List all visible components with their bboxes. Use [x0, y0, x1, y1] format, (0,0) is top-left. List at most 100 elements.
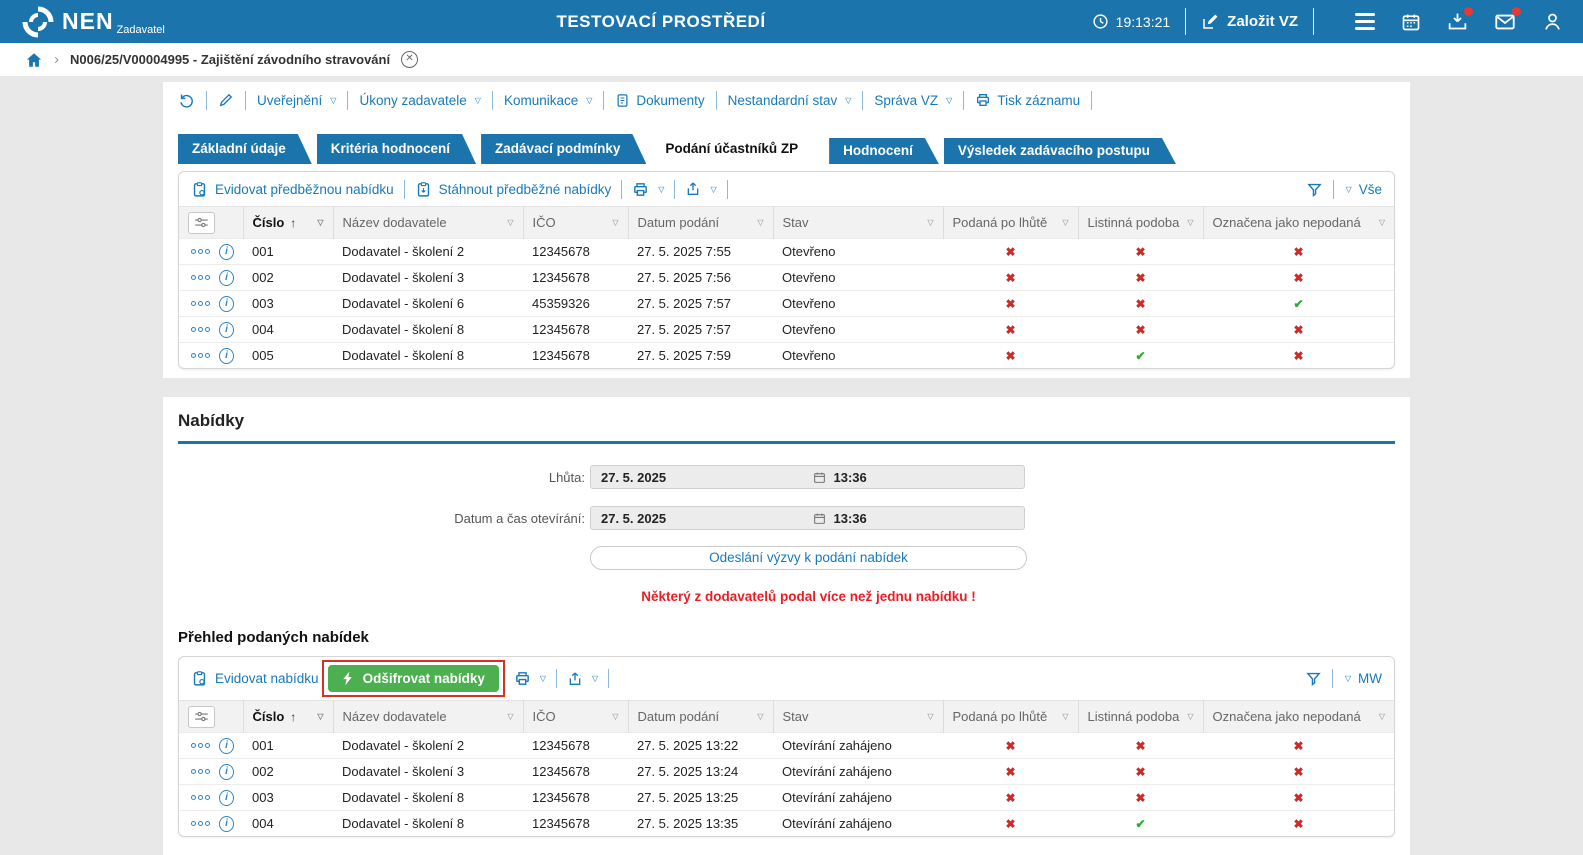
info-icon[interactable]: i: [219, 270, 234, 286]
info-icon[interactable]: i: [219, 348, 234, 364]
tab-3[interactable]: Zadávací podmínky: [481, 134, 646, 164]
tab-6[interactable]: Výsledek zadávacího postupu: [944, 138, 1176, 164]
downloads-icon[interactable]: [1447, 11, 1468, 32]
close-record-icon[interactable]: ✕: [401, 51, 418, 68]
info-icon[interactable]: i: [219, 790, 234, 806]
view-selector[interactable]: ▽ MW: [1343, 671, 1382, 686]
table-row[interactable]: i 001 Dodavatel - školení 2 12345678 27.…: [179, 733, 1394, 759]
filter-caret-icon[interactable]: ▽: [612, 712, 618, 721]
deadline-datetime-input[interactable]: 27. 5. 2025 13:36: [590, 465, 1025, 489]
messages-icon[interactable]: [1494, 11, 1516, 33]
table-row[interactable]: i 003 Dodavatel - školení 8 12345678 27.…: [179, 785, 1394, 811]
tab-1[interactable]: Základní údaje: [178, 134, 312, 164]
table-row[interactable]: i 001 Dodavatel - školení 2 12345678 27.…: [179, 239, 1394, 265]
info-icon[interactable]: i: [219, 764, 234, 780]
filter-caret-icon[interactable]: ▽: [757, 218, 763, 227]
app-logo[interactable]: NEN Zadavatel: [22, 6, 165, 38]
column-settings-icon[interactable]: [188, 706, 215, 728]
deadline-time-value[interactable]: 13:36: [834, 470, 867, 485]
export-table-button[interactable]: ▽: [685, 181, 716, 197]
row-menu-icon[interactable]: [191, 301, 210, 306]
send-invitation-button[interactable]: Odeslání výzvy k podání nabídek: [590, 546, 1027, 570]
calendar-icon[interactable]: [1401, 12, 1421, 32]
info-icon[interactable]: i: [219, 296, 234, 312]
menu-dokumenty[interactable]: Dokumenty: [615, 93, 704, 108]
column-header-nazev[interactable]: Název dodavatele▽: [333, 207, 523, 239]
row-menu-icon[interactable]: [191, 743, 210, 748]
column-header-stav[interactable]: Stav▽: [773, 701, 943, 733]
register-offer-button[interactable]: Evidovat nabídku: [191, 670, 319, 687]
row-menu-icon[interactable]: [191, 249, 210, 254]
opening-time-value[interactable]: 13:36: [834, 511, 867, 526]
info-icon[interactable]: i: [219, 244, 234, 260]
print-record-button[interactable]: Tisk záznamu: [975, 92, 1080, 108]
row-menu-icon[interactable]: [191, 327, 210, 332]
row-menu-icon[interactable]: [191, 795, 210, 800]
row-menu-icon[interactable]: [191, 353, 210, 358]
breadcrumb-item[interactable]: N006/25/V00004995 - Zajištění závodního …: [70, 52, 390, 67]
column-header-po-lhute[interactable]: Podaná po lhůtě▽: [943, 701, 1078, 733]
column-header-cislo[interactable]: Číslo↑▽: [243, 701, 333, 733]
column-header-po-lhute[interactable]: Podaná po lhůtě▽: [943, 207, 1078, 239]
column-header-cislo[interactable]: Číslo↑▽: [243, 207, 333, 239]
column-header-nazev[interactable]: Název dodavatele▽: [333, 701, 523, 733]
opening-date-value[interactable]: 27. 5. 2025: [591, 511, 813, 526]
create-vz-button[interactable]: Založit VZ: [1201, 13, 1298, 31]
filter-caret-icon[interactable]: ▽: [317, 712, 323, 721]
info-icon[interactable]: i: [219, 816, 234, 832]
user-profile-icon[interactable]: [1542, 11, 1563, 32]
register-preliminary-offer-button[interactable]: Evidovat předběžnou nabídku: [191, 181, 394, 198]
table-row[interactable]: i 002 Dodavatel - školení 3 12345678 27.…: [179, 759, 1394, 785]
menu-icon[interactable]: [1355, 13, 1375, 30]
home-icon[interactable]: [25, 51, 43, 69]
export-table-button[interactable]: ▽: [567, 671, 598, 687]
column-header-ico[interactable]: IČO▽: [523, 207, 628, 239]
edit-record-button[interactable]: [218, 92, 234, 108]
column-header-stav[interactable]: Stav▽: [773, 207, 943, 239]
column-header-datum[interactable]: Datum podání▽: [628, 207, 773, 239]
filter-button[interactable]: [1305, 670, 1322, 687]
filter-caret-icon[interactable]: ▽: [507, 712, 513, 721]
tab-4[interactable]: Podání účastníků ZP: [651, 134, 824, 164]
filter-caret-icon[interactable]: ▽: [507, 218, 513, 227]
filter-caret-icon[interactable]: ▽: [1187, 218, 1193, 227]
deadline-date-value[interactable]: 27. 5. 2025: [591, 470, 813, 485]
download-preliminary-offers-button[interactable]: Stáhnout předběžné nabídky: [415, 181, 612, 198]
column-header-nepodana[interactable]: Označena jako nepodaná▽: [1203, 701, 1394, 733]
menu-sprava-vz[interactable]: Správa VZ▽: [874, 93, 952, 108]
table-row[interactable]: i 002 Dodavatel - školení 3 12345678 27.…: [179, 265, 1394, 291]
table-row[interactable]: i 004 Dodavatel - školení 8 12345678 27.…: [179, 317, 1394, 343]
column-header-listinna[interactable]: Listinná podoba▽: [1078, 207, 1203, 239]
opening-datetime-input[interactable]: 27. 5. 2025 13:36: [590, 506, 1025, 530]
print-table-button[interactable]: ▽: [632, 181, 664, 198]
column-header-ico[interactable]: IČO▽: [523, 701, 628, 733]
refresh-button[interactable]: [178, 92, 195, 109]
column-settings-icon[interactable]: [188, 212, 215, 234]
column-header-datum[interactable]: Datum podání▽: [628, 701, 773, 733]
filter-caret-icon[interactable]: ▽: [1062, 218, 1068, 227]
menu-komunikace[interactable]: Komunikace▽: [504, 93, 592, 108]
filter-button[interactable]: [1306, 181, 1323, 198]
row-menu-icon[interactable]: [191, 769, 210, 774]
filter-caret-icon[interactable]: ▽: [1379, 712, 1385, 721]
filter-caret-icon[interactable]: ▽: [927, 218, 933, 227]
column-header-nepodana[interactable]: Označena jako nepodaná▽: [1203, 207, 1394, 239]
print-table-button[interactable]: ▽: [514, 670, 546, 687]
info-icon[interactable]: i: [219, 322, 234, 338]
filter-caret-icon[interactable]: ▽: [317, 218, 323, 227]
filter-caret-icon[interactable]: ▽: [757, 712, 763, 721]
menu-ukony-zadavatele[interactable]: Úkony zadavatele▽: [359, 93, 480, 108]
row-menu-icon[interactable]: [191, 275, 210, 280]
tab-5[interactable]: Hodnocení: [829, 138, 939, 164]
menu-nestandardni-stav[interactable]: Nestandardní stav▽: [728, 93, 852, 108]
table-row[interactable]: i 003 Dodavatel - školení 6 45359326 27.…: [179, 291, 1394, 317]
tab-2[interactable]: Kritéria hodnocení: [317, 134, 476, 164]
row-menu-icon[interactable]: [191, 821, 210, 826]
view-selector[interactable]: ▽ Vše: [1344, 182, 1382, 197]
filter-caret-icon[interactable]: ▽: [927, 712, 933, 721]
decrypt-offers-button[interactable]: Odšifrovat nabídky: [328, 665, 499, 692]
filter-caret-icon[interactable]: ▽: [1379, 218, 1385, 227]
filter-caret-icon[interactable]: ▽: [1062, 712, 1068, 721]
table-row[interactable]: i 005 Dodavatel - školení 8 12345678 27.…: [179, 343, 1394, 369]
menu-uverejneni[interactable]: Uveřejnění▽: [257, 93, 336, 108]
